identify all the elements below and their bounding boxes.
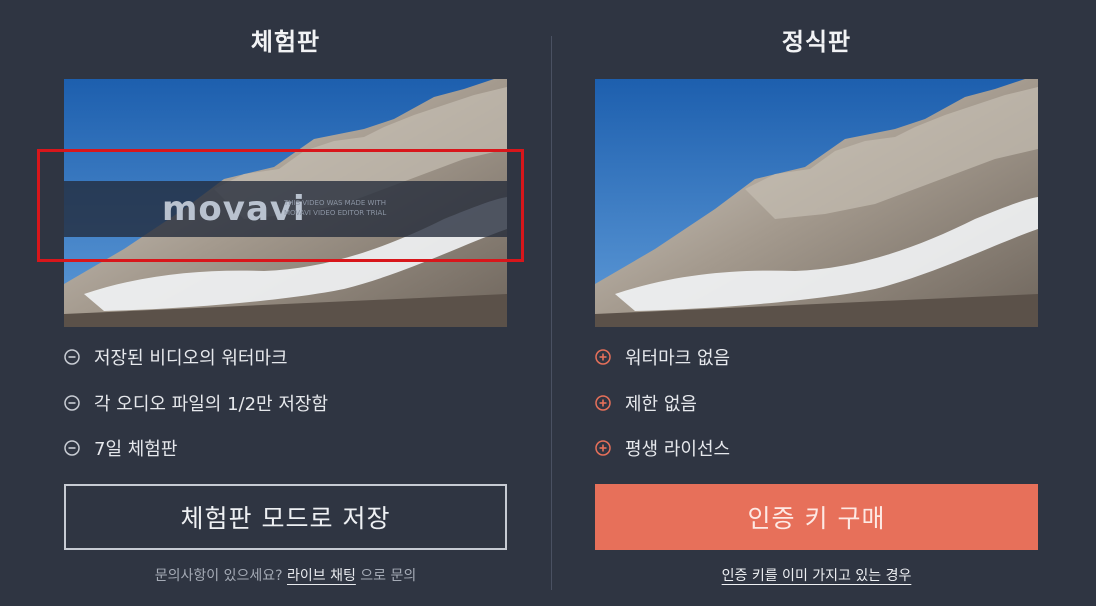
watermark-text-line2: MOVAVI VIDEO EDITOR TRIAL — [284, 209, 387, 217]
edition-comparison-dialog: 체험판 movavi THIS VIDEO WAS MADE WITH MOVA… — [0, 0, 1096, 606]
plus-circle-icon — [595, 395, 611, 411]
full-feature-text: 워터마크 없음 — [625, 348, 731, 369]
mountain-image — [595, 79, 1038, 327]
full-title: 정식판 — [781, 28, 852, 56]
full-feature-item: 제한 없음 — [595, 391, 697, 415]
plus-circle-icon — [595, 440, 611, 456]
minus-circle-icon — [64, 395, 80, 411]
buy-activation-key-button[interactable]: 인증 키 구매 — [595, 484, 1038, 550]
full-feature-text: 제한 없음 — [625, 394, 697, 415]
full-feature-text: 평생 라이선스 — [625, 439, 731, 460]
full-preview-image — [595, 79, 1038, 327]
full-feature-item: 평생 라이선스 — [595, 436, 730, 460]
save-in-trial-mode-button[interactable]: 체험판 모드로 저장 — [64, 484, 507, 550]
trial-feature-text: 각 오디오 파일의 1/2만 저장함 — [94, 394, 329, 415]
watermark-text-line1: THIS VIDEO WAS MADE WITH — [284, 199, 387, 207]
trial-feature-text: 7일 체험판 — [94, 439, 178, 460]
trial-title: 체험판 — [250, 28, 321, 56]
help-suffix-text: 으로 문의 — [360, 568, 417, 584]
minus-circle-icon — [64, 349, 80, 365]
help-question-text: 문의사항이 있으세요? — [154, 568, 283, 584]
trial-feature-item: 저장된 비디오의 워터마크 — [64, 345, 288, 369]
trial-preview-image: movavi THIS VIDEO WAS MADE WITH MOVAVI V… — [64, 79, 507, 327]
trial-feature-text: 저장된 비디오의 워터마크 — [94, 348, 288, 369]
watermark-overlay: movavi THIS VIDEO WAS MADE WITH MOVAVI V… — [64, 181, 507, 237]
trial-help-line: 문의사항이 있으세요? 라이브 채팅 으로 문의 — [64, 565, 507, 585]
full-feature-item: 워터마크 없음 — [595, 345, 730, 369]
trial-feature-item: 각 오디오 파일의 1/2만 저장함 — [64, 391, 328, 415]
column-divider — [551, 36, 552, 590]
trial-feature-item: 7일 체험판 — [64, 436, 177, 460]
already-have-key-link[interactable]: 인증 키를 이미 가지고 있는 경우 — [722, 568, 912, 584]
minus-circle-icon — [64, 440, 80, 456]
live-chat-link[interactable]: 라이브 채팅 — [287, 568, 356, 584]
full-help-line: 인증 키를 이미 가지고 있는 경우 — [595, 565, 1038, 585]
plus-circle-icon — [595, 349, 611, 365]
